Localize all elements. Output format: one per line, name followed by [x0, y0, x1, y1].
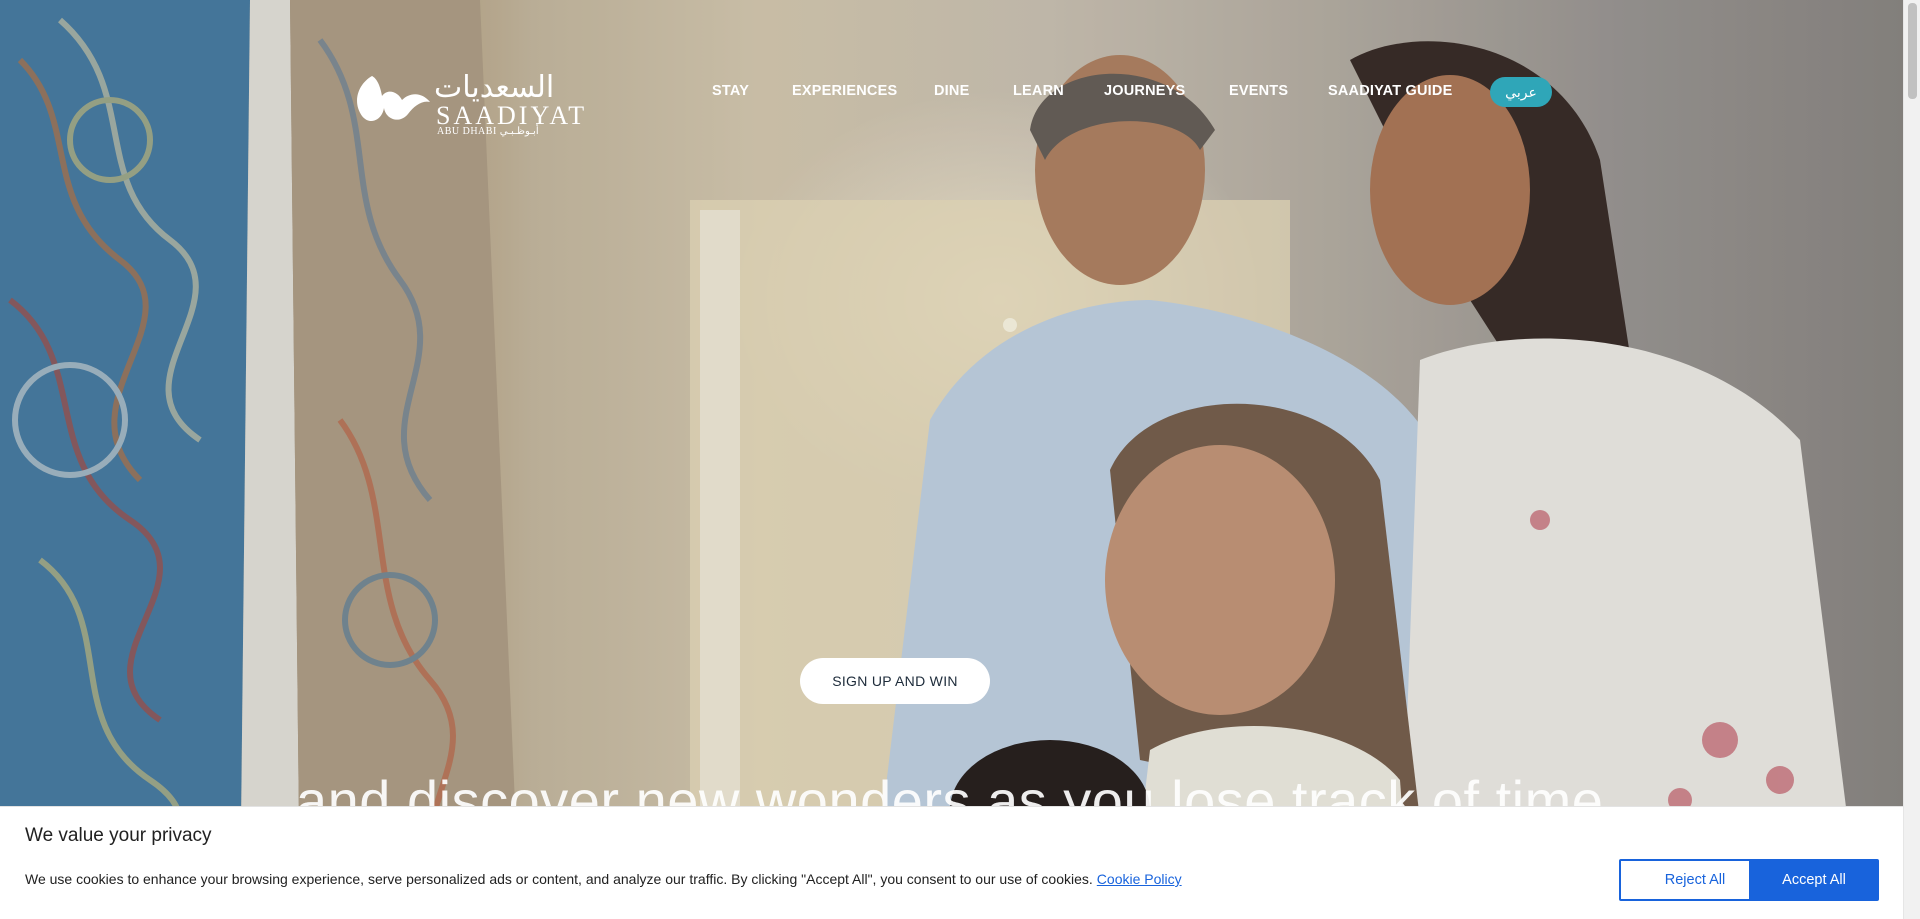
- logo-subtitle: ABU DHABI أبـوظـبـي: [437, 126, 539, 137]
- scrollbar-thumb[interactable]: [1908, 3, 1917, 99]
- logo-arabic-text: السعديات: [434, 71, 555, 104]
- nav-item-events[interactable]: EVENTS: [1229, 83, 1288, 99]
- nav-item-saadiyat-guide[interactable]: SAADIYAT GUIDE: [1328, 83, 1452, 99]
- sign-up-and-win-button[interactable]: SIGN UP AND WIN: [800, 658, 990, 704]
- saadiyat-logo-mark-icon: [357, 76, 430, 122]
- nav-item-experiences[interactable]: EXPERIENCES: [792, 83, 897, 99]
- saadiyat-logo[interactable]: السعديات SAADIYAT ABU DHABI أبـوظـبـي: [352, 68, 584, 138]
- cookie-policy-link[interactable]: Cookie Policy: [1097, 871, 1182, 887]
- page-scrollbar[interactable]: [1903, 0, 1920, 919]
- nav-item-dine[interactable]: DINE: [934, 83, 969, 99]
- accept-all-button[interactable]: Accept All: [1749, 859, 1879, 901]
- nav-item-journeys[interactable]: JOURNEYS: [1104, 83, 1185, 99]
- nav-item-learn[interactable]: LEARN: [1013, 83, 1064, 99]
- nav-item-stay[interactable]: STAY: [712, 83, 749, 99]
- cookie-consent-banner: We value your privacy We use cookies to …: [0, 806, 1903, 919]
- cookie-banner-text-line: We use cookies to enhance your browsing …: [25, 871, 1182, 887]
- cookie-banner-text: We use cookies to enhance your browsing …: [25, 871, 1093, 887]
- page: السعديات SAADIYAT ABU DHABI أبـوظـبـي ST…: [0, 0, 1903, 919]
- cookie-banner-title: We value your privacy: [25, 825, 212, 846]
- language-toggle-button[interactable]: عربي: [1490, 77, 1552, 107]
